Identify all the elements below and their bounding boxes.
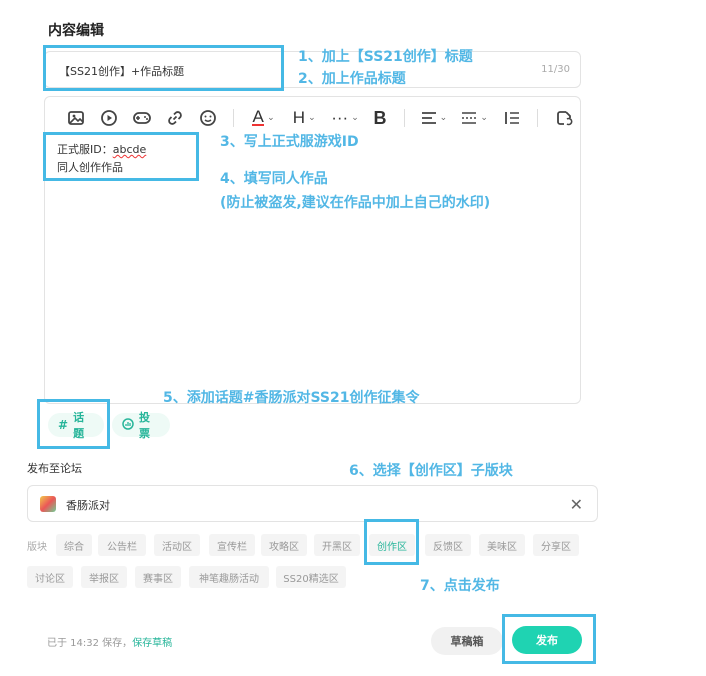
highlight-board bbox=[364, 519, 419, 565]
highlight-publish bbox=[502, 614, 596, 664]
font-color-icon[interactable]: A ⌄ bbox=[243, 105, 284, 131]
section-title: 内容编辑 bbox=[48, 23, 104, 39]
board-chip-r2-2[interactable]: 赛事区 bbox=[135, 566, 181, 588]
toolbar-divider bbox=[403, 109, 405, 127]
toolbar-divider bbox=[233, 109, 235, 127]
board-chip-r1-3[interactable]: 宣传栏 bbox=[209, 534, 255, 556]
board-chip-r1-9[interactable]: 分享区 bbox=[533, 534, 579, 556]
highlight-content bbox=[43, 132, 199, 181]
font-color-letter: A bbox=[252, 107, 264, 126]
vote-icon bbox=[122, 417, 134, 433]
board-chip-r1-2[interactable]: 活动区 bbox=[154, 534, 200, 556]
gamepad-icon[interactable] bbox=[125, 105, 158, 131]
emoji-icon[interactable] bbox=[191, 105, 224, 131]
more-glyph: ··· bbox=[331, 108, 349, 127]
annotation-3: 3、写上正式服游戏ID bbox=[220, 134, 359, 150]
board-chip-r2-1[interactable]: 举报区 bbox=[81, 566, 127, 588]
annotation-5: 5、添加话题#香肠派对SS21创作征集令 bbox=[163, 390, 420, 406]
divider-icon[interactable]: ⌄ bbox=[454, 105, 495, 131]
vote-button[interactable]: 投票 bbox=[112, 411, 170, 440]
forum-label: 发布至论坛 bbox=[27, 462, 82, 475]
board-chip-r2-0[interactable]: 讨论区 bbox=[27, 566, 73, 588]
highlight-topic bbox=[37, 399, 110, 449]
bold-icon[interactable]: B bbox=[365, 105, 394, 131]
annotation-4b: (防止被盗发,建议在作品中加上自己的水印) bbox=[220, 195, 491, 211]
board-chip-r2-4[interactable]: SS20精选区 bbox=[276, 566, 346, 588]
toolbar-divider bbox=[537, 109, 539, 127]
heading-icon[interactable]: H ⌄ bbox=[284, 105, 325, 131]
saved-status: 已于 14:32 保存，保存草稿 bbox=[47, 638, 173, 649]
board-chip-r2-3[interactable]: 神笔趣肠活动 bbox=[189, 566, 269, 588]
forum-name: 香肠派对 bbox=[66, 499, 110, 512]
align-icon[interactable]: ⌄ bbox=[413, 105, 454, 131]
title-char-count: 11/30 bbox=[541, 64, 570, 75]
forum-select[interactable]: 香肠派对 ✕ bbox=[27, 485, 598, 522]
forum-avatar bbox=[40, 496, 56, 512]
board-label: 版块 bbox=[27, 542, 47, 553]
save-draft-link[interactable]: 保存草稿 bbox=[132, 638, 172, 649]
annotation-1: 1、加上【SS21创作】标题 bbox=[298, 49, 473, 65]
annotation-6: 6、选择【创作区】子版块 bbox=[349, 463, 513, 479]
close-icon[interactable]: ✕ bbox=[570, 495, 583, 514]
indent-icon[interactable] bbox=[495, 105, 528, 131]
board-chip-r1-5[interactable]: 开黑区 bbox=[314, 534, 360, 556]
board-chip-r1-4[interactable]: 攻略区 bbox=[261, 534, 307, 556]
redo-icon[interactable] bbox=[547, 105, 580, 131]
annotation-7: 7、点击发布 bbox=[420, 578, 500, 594]
highlight-title bbox=[43, 45, 284, 91]
board-chip-r1-8[interactable]: 美味区 bbox=[479, 534, 525, 556]
board-chip-r1-0[interactable]: 综合 bbox=[56, 534, 92, 556]
link-icon[interactable] bbox=[158, 105, 191, 131]
board-chip-r1-1[interactable]: 公告栏 bbox=[98, 534, 146, 556]
more-icon[interactable]: ··· ⌄ bbox=[325, 105, 366, 131]
board-chip-r1-7[interactable]: 反馈区 bbox=[425, 534, 471, 556]
annotation-2: 2、加上作品标题 bbox=[298, 71, 406, 87]
heading-letter: H bbox=[292, 108, 306, 127]
video-icon[interactable] bbox=[92, 105, 125, 131]
drafts-button[interactable]: 草稿箱 bbox=[431, 627, 503, 655]
annotation-4: 4、填写同人作品 bbox=[220, 171, 328, 187]
image-icon[interactable] bbox=[59, 105, 92, 131]
